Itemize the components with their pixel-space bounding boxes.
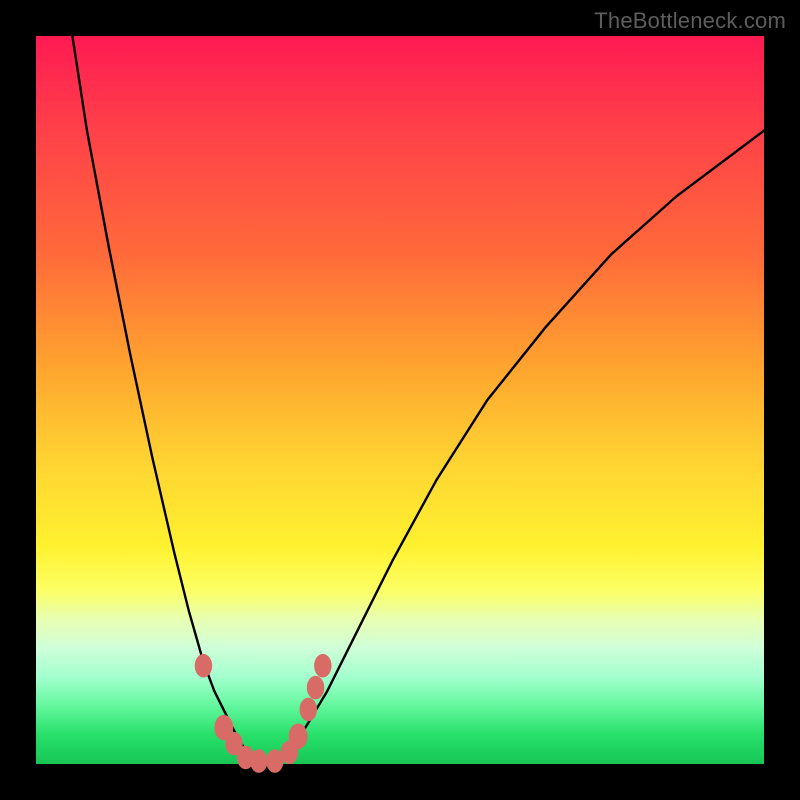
data-marker bbox=[314, 654, 331, 678]
data-marker bbox=[289, 724, 308, 750]
data-marker bbox=[300, 698, 317, 722]
curve-right-arm bbox=[276, 131, 764, 764]
data-marker bbox=[195, 654, 212, 678]
plot-area bbox=[36, 36, 764, 764]
chart-frame: TheBottleneck.com bbox=[0, 0, 800, 800]
watermark-text: TheBottleneck.com bbox=[594, 8, 786, 34]
curve-left-arm bbox=[72, 36, 258, 764]
bottleneck-curve bbox=[36, 36, 764, 764]
data-marker bbox=[307, 676, 324, 700]
data-marker bbox=[250, 749, 267, 773]
